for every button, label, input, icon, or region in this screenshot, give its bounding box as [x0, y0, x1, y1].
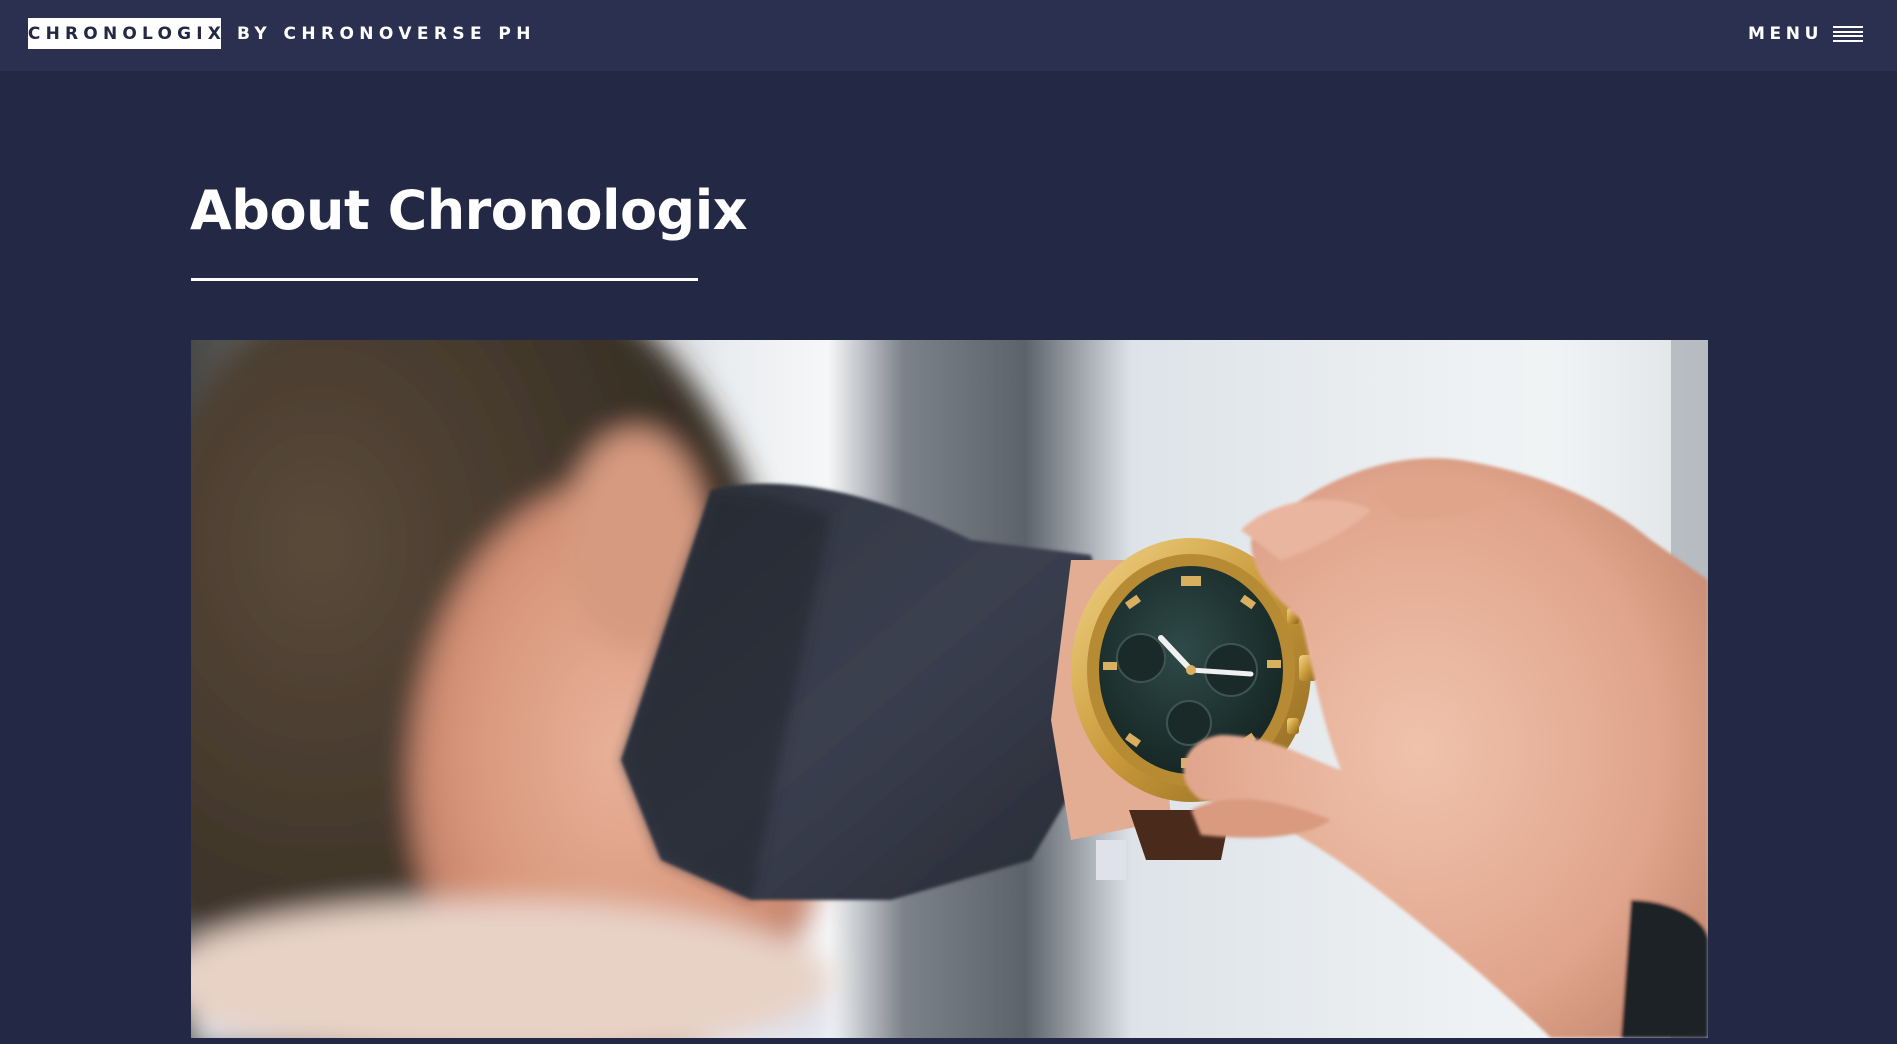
hamburger-icon [1833, 26, 1863, 42]
brand-name: CHRONOLOGIX [28, 18, 221, 49]
brand-logo-link[interactable]: CHRONOLOGIX BY CHRONOVERSE PH [28, 18, 536, 49]
brand-tagline: BY CHRONOVERSE PH [237, 23, 536, 44]
page-title: About Chronologix [190, 179, 748, 242]
hero-image [191, 340, 1708, 1038]
menu-label: MENU [1748, 24, 1823, 44]
title-underline [191, 278, 698, 281]
site-header: CHRONOLOGIX BY CHRONOVERSE PH MENU [0, 0, 1897, 71]
menu-button[interactable]: MENU [1748, 22, 1863, 46]
wristwatch-photo [191, 340, 1708, 1038]
